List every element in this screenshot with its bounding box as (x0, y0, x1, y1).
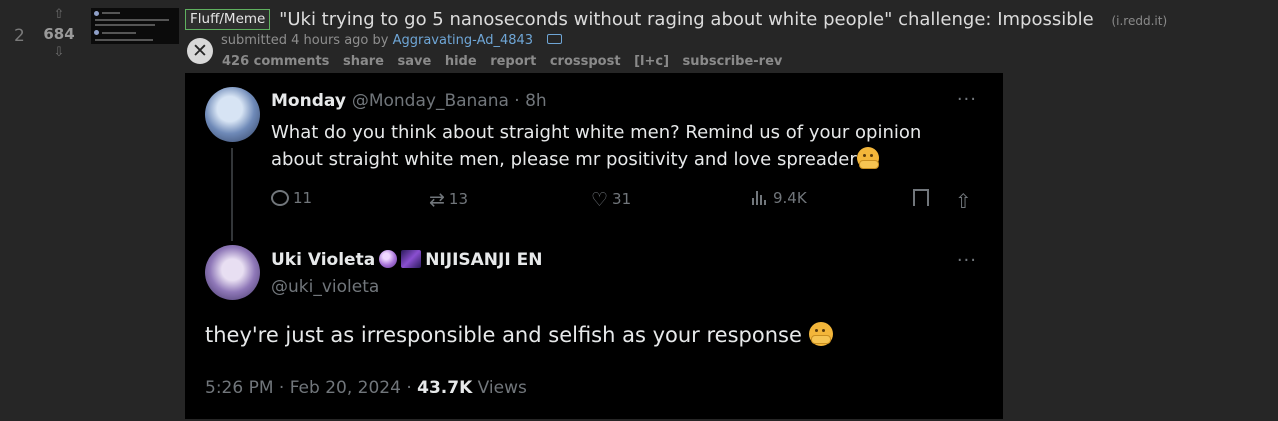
bookmark-icon (913, 189, 929, 208)
tweet-text-body: they're just as irresponsible and selfis… (205, 323, 802, 347)
upvote-arrow-icon[interactable]: ⇧ (40, 8, 78, 21)
post-domain[interactable]: (i.redd.it) (1111, 14, 1167, 28)
tag-icon[interactable] (547, 34, 563, 44)
thumbnail-line (102, 32, 136, 34)
post-title-line: Fluff/Meme "Uki trying to go 5 nanosecon… (185, 8, 1274, 33)
galaxy-icon (401, 250, 422, 268)
reply-header: Monday @Monday_Banana · 8h (271, 91, 547, 111)
more-icon: ··· (956, 89, 977, 110)
post-buttons: 426 comments share save hide report cros… (222, 54, 791, 69)
score: 684 (43, 25, 75, 43)
avatar (205, 245, 260, 300)
comment-icon (271, 190, 289, 206)
crosspost-button[interactable]: crosspost (550, 54, 621, 69)
like-count: ♡ 31 (591, 189, 631, 211)
hugging-face-icon (808, 322, 833, 346)
views-label: Views (472, 378, 527, 398)
bar-chart-icon (751, 190, 767, 205)
tweet-text: they're just as irresponsible and selfis… (205, 322, 833, 347)
thumbnail-line (95, 19, 169, 21)
close-icon[interactable]: ✕ (187, 38, 213, 64)
view-count: 9.4K (751, 189, 807, 207)
hugging-face-icon (856, 147, 879, 169)
retweet-count-value: 13 (448, 190, 469, 208)
views-count: 43.7K (417, 378, 473, 398)
thread-line (231, 148, 233, 241)
reply-count-value: 11 (293, 189, 313, 207)
reply-count: 11 (271, 189, 312, 207)
avatar (205, 87, 260, 142)
author-name: Uki Violeta (271, 250, 376, 270)
subscribe-rev-button[interactable]: subscribe-rev (683, 54, 783, 69)
save-button[interactable]: save (397, 54, 431, 69)
retweet-count: ⇄ 13 (429, 189, 468, 211)
thumbnail-avatar (94, 30, 99, 35)
thumbnail-line (95, 39, 153, 41)
more-icon: ··· (956, 250, 977, 271)
reply-handle: @Monday_Banana · 8h (351, 91, 547, 111)
view-count-value: 9.4K (773, 189, 807, 207)
heart-icon: ♡ (591, 189, 609, 211)
submitted-text: submitted 4 hours ago by (221, 33, 389, 48)
post-thumbnail[interactable] (91, 8, 179, 44)
downvote-arrow-icon[interactable]: ⇩ (40, 46, 78, 59)
crystal-ball-icon (379, 250, 398, 268)
reply-text: What do you think about straight white m… (271, 119, 961, 173)
rank: 2 (14, 26, 25, 46)
retweet-icon: ⇄ (429, 189, 445, 211)
tagline: submitted 4 hours ago by Aggravating-Ad_… (221, 33, 563, 48)
author-handle: @uki_violeta (271, 277, 380, 297)
author-header: Uki Violeta NIJISANJI EN (271, 250, 542, 270)
share-button[interactable]: share (343, 54, 384, 69)
thumbnail-avatar (94, 11, 99, 16)
thumbnail-line (102, 12, 120, 14)
tweet-image: Monday @Monday_Banana · 8h ··· What do y… (185, 73, 1003, 419)
tweet-meta: 5:26 PM · Feb 20, 2024 · 43.7K Views (205, 378, 527, 398)
affiliation: NIJISANJI EN (425, 250, 543, 270)
post-title-link[interactable]: "Uki trying to go 5 nanoseconds without … (279, 9, 1094, 30)
report-button[interactable]: report (490, 54, 536, 69)
reply-author-name: Monday (271, 91, 346, 111)
link-comments-button[interactable]: [l+c] (634, 54, 669, 69)
like-count-value: 31 (612, 190, 632, 208)
author-link[interactable]: Aggravating-Ad_4843 (393, 33, 533, 48)
vote-column: ⇧ 684 ⇩ (40, 8, 78, 59)
hide-button[interactable]: hide (445, 54, 477, 69)
share-glyph: ⇧ (955, 189, 972, 213)
bookmark-glyph (913, 189, 929, 206)
flair-badge[interactable]: Fluff/Meme (185, 9, 271, 30)
reply-text-body: What do you think about straight white m… (271, 122, 922, 170)
comments-link[interactable]: 426 comments (222, 54, 329, 69)
tweet-time: 5:26 PM · Feb 20, 2024 · (205, 378, 418, 398)
thumbnail-line (95, 24, 155, 26)
reply-actions: 11 ⇄ 13 ♡ 31 9.4K ⇧ (271, 189, 972, 213)
share-icon: ⇧ (955, 189, 972, 213)
